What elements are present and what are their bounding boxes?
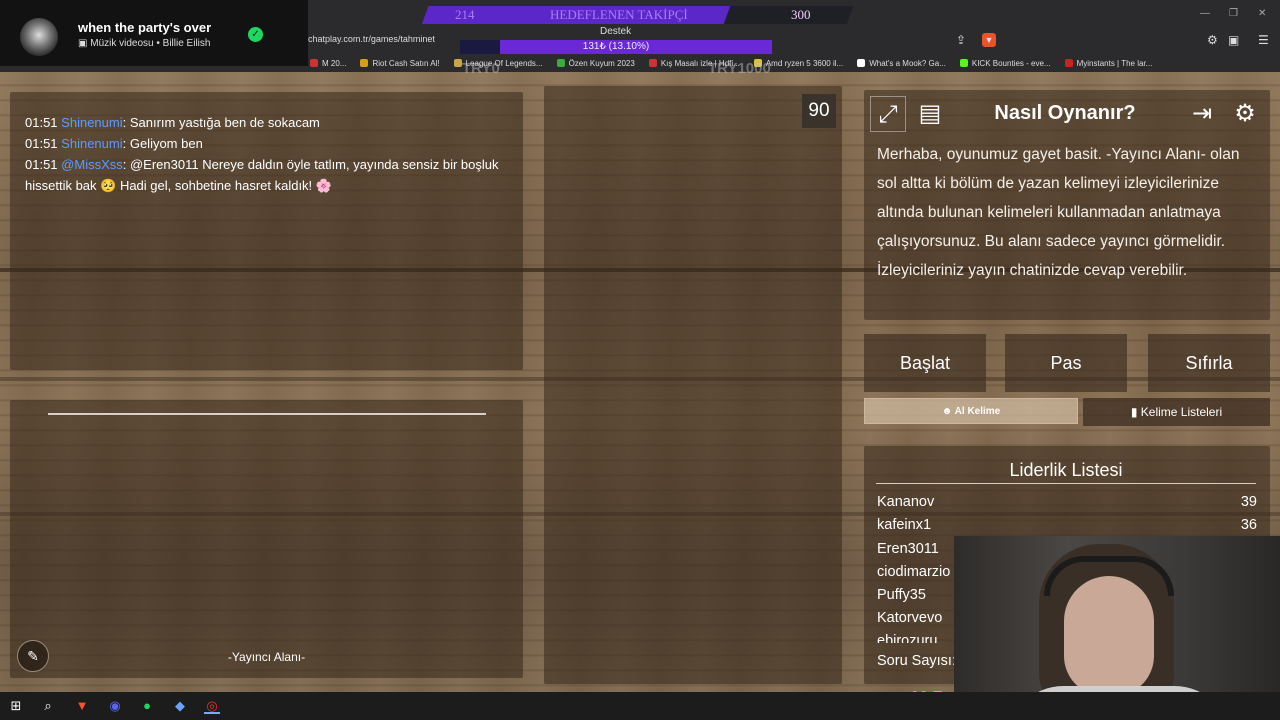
leaderboard-row: Kananov 39 [877, 494, 1257, 510]
bookmark[interactable]: Myinstants | The lar... [1064, 59, 1152, 68]
word-panel [544, 86, 842, 684]
windows-start-icon[interactable]: ⊞ [8, 698, 24, 714]
restore-icon[interactable]: ❐ [1229, 8, 1238, 19]
divider [48, 413, 486, 415]
how-to-body: Merhaba, oyunumuz gayet basit. -Yayıncı … [877, 146, 1240, 279]
support-label: Destek [600, 26, 632, 37]
leaderboard-divider [876, 483, 1256, 484]
brave-icon[interactable]: ▼ [74, 698, 90, 714]
list-icon: ▮ [1130, 405, 1141, 419]
brave-shield-icon[interactable]: ▼ [982, 33, 996, 47]
album-art [20, 18, 58, 56]
start-button[interactable]: Başlat [864, 334, 986, 392]
word-lists-button[interactable]: ▮ Kelime Listeleri [1083, 398, 1270, 426]
headset-icon [1044, 556, 1174, 596]
support-text: 131₺ (13.10%) [582, 41, 650, 52]
goal-current: 214 [455, 7, 475, 22]
streamer-area-panel: ✎ -Yayıncı Alanı- [10, 400, 523, 678]
video-icon: ▣ [78, 38, 91, 49]
faded-right-label: TRY1000 [708, 60, 771, 77]
timer: 90 [802, 94, 836, 128]
bookmark[interactable]: Özen Kuyum 2023 [556, 59, 635, 68]
address-bar[interactable]: chatplay.com.tr/games/tahminet [308, 34, 435, 44]
document-icon[interactable]: ▤ [912, 96, 948, 132]
track-title: when the party's over [78, 20, 212, 35]
pass-button[interactable]: Pas [1005, 334, 1127, 392]
gear-icon[interactable]: ⚙ [1227, 96, 1263, 132]
get-word-button[interactable]: ☻ Al Kelime [864, 398, 1078, 424]
goal-target: 300 [791, 7, 811, 22]
discord-icon[interactable]: ◉ [107, 698, 123, 714]
share-icon[interactable]: ⇪ [956, 33, 966, 47]
reset-button[interactable]: Sıfırla [1148, 334, 1270, 392]
close-icon[interactable]: ✕ [1258, 8, 1266, 19]
bookmark[interactable]: Riot Cash Satın Al! [360, 59, 440, 68]
chat-message: 01:51 Shinenumi: Geliyom ben [25, 136, 203, 151]
fullscreen-icon[interactable]: ⤢ [870, 96, 906, 132]
now-playing-popup: when the party's over ▣ Müzik videosu • … [0, 0, 308, 66]
faded-left-label: TRY0 [462, 60, 500, 77]
leaderboard-row: kafeinx1 36 [877, 517, 1257, 533]
track-subtitle: ▣ Müzik videosu • Billie Eilish [78, 38, 211, 49]
spotify-icon[interactable]: ● [139, 698, 155, 714]
chat-panel: 01:51 Shinenumi: Sanırım yastığa ben de … [10, 92, 523, 370]
robot-icon: ☻ [941, 406, 955, 417]
bookmark[interactable]: KICK Bounties - eve... [959, 59, 1051, 68]
chat-message: 01:51 @MissXss: @Eren3011 Nereye daldın … [25, 157, 499, 193]
extensions-icon[interactable]: ⚙ [1207, 33, 1218, 47]
search-icon[interactable]: ⌕ [40, 698, 56, 714]
how-to-title: Nasıl Oynanır? [994, 102, 1136, 124]
chat-message: 01:51 Shinenumi: Sanırım yastığa ben de … [25, 115, 320, 130]
exit-icon[interactable]: ⇥ [1184, 96, 1220, 132]
app-icon[interactable]: ◆ [172, 698, 188, 714]
wallet-icon[interactable]: ▣ [1228, 33, 1239, 47]
bookmark[interactable]: What's a Mook? Ga... [857, 59, 946, 68]
goal-label: HEDEFLENEN TAKİPÇİ [550, 7, 688, 22]
check-icon: ✓ [248, 27, 263, 42]
question-count-label: Soru Sayısı: [877, 653, 956, 669]
leaderboard-title: Liderlik Listesi [1009, 460, 1123, 480]
minimize-icon[interactable]: — [1200, 8, 1210, 19]
follower-goal-text: 214 HEDEFLENEN TAKİPÇİ 300 [425, 6, 850, 24]
obs-icon[interactable]: ◎ [204, 698, 220, 714]
streamer-area-label: -Yayıncı Alanı- [227, 650, 306, 664]
menu-icon[interactable]: ☰ [1258, 33, 1269, 47]
taskbar [0, 692, 1280, 720]
bookmark[interactable]: M 20... [310, 59, 346, 68]
